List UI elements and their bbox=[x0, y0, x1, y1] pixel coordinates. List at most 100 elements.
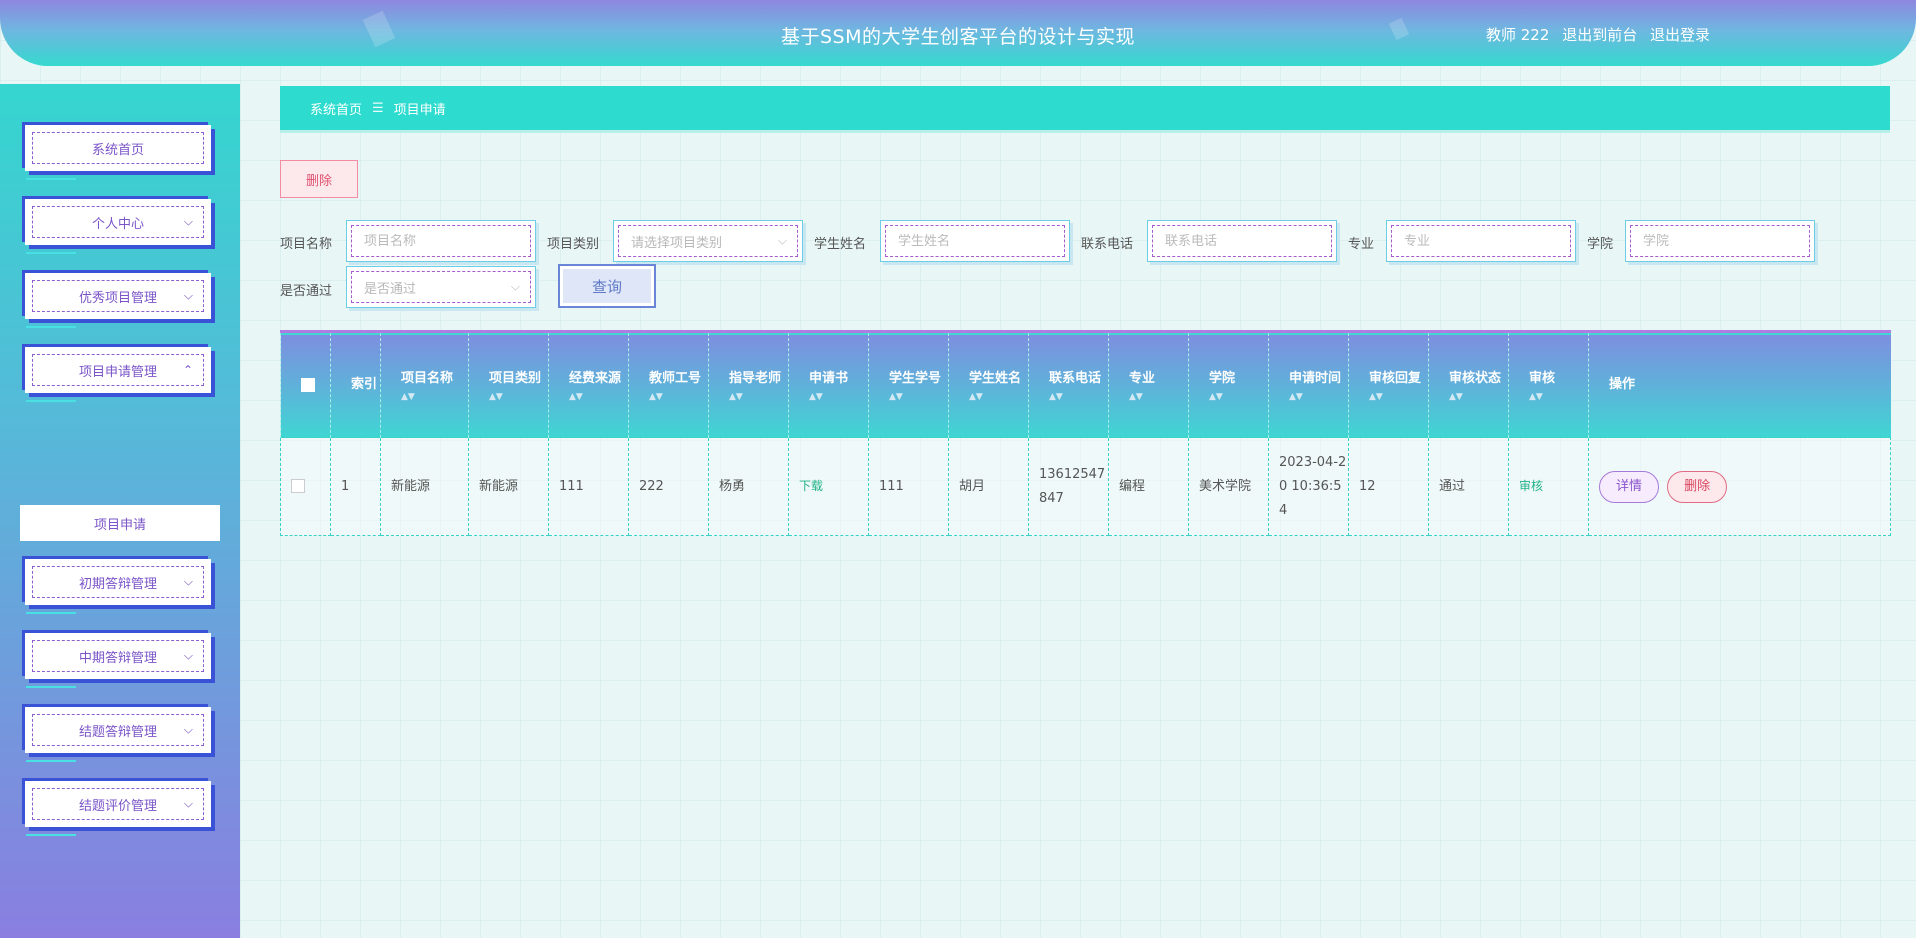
cell-advisor: 杨勇 bbox=[708, 437, 789, 536]
student-name-input[interactable] bbox=[898, 233, 1064, 249]
bulk-delete-button[interactable]: 删除 bbox=[280, 160, 358, 198]
sidebar-item-label: 初期答辩管理 bbox=[78, 576, 157, 592]
cell-student-no: 111 bbox=[868, 437, 949, 536]
sidebar-item-label: 系统首页 bbox=[91, 142, 144, 158]
sort-icon[interactable]: ▲▼ bbox=[1369, 391, 1428, 403]
cell-fund-source: 111 bbox=[548, 437, 629, 536]
cell-review-reply: 12 bbox=[1348, 437, 1429, 536]
cell-index: 1 bbox=[330, 437, 381, 536]
sidebar-item-profile[interactable]: 个人中心 ⌵ bbox=[20, 194, 216, 254]
header-phone[interactable]: 联系电话 ▲▼ bbox=[1028, 331, 1109, 438]
header-project-type[interactable]: 项目类别 ▲▼ bbox=[468, 331, 549, 438]
chevron-down-icon: ⌵ bbox=[777, 233, 787, 248]
filter-label-college: 学院 bbox=[1587, 237, 1614, 252]
header-select-all[interactable] bbox=[280, 331, 331, 438]
cell-college: 美术学院 bbox=[1188, 437, 1269, 536]
header-college[interactable]: 学院 ▲▼ bbox=[1188, 331, 1269, 438]
sidebar-item-final-evaluation[interactable]: 结题评价管理 ⌵ bbox=[20, 776, 216, 836]
sort-icon[interactable]: ▲▼ bbox=[401, 391, 468, 403]
phone-input[interactable] bbox=[1165, 233, 1331, 249]
header-application[interactable]: 申请书 ▲▼ bbox=[788, 331, 869, 438]
filter-label-project-name: 项目名称 bbox=[280, 237, 333, 252]
header-student-no[interactable]: 学生学号 ▲▼ bbox=[868, 331, 949, 438]
sort-icon[interactable]: ▲▼ bbox=[1289, 391, 1348, 403]
cell-student-name: 胡月 bbox=[948, 437, 1029, 536]
header-student-name[interactable]: 学生姓名 ▲▼ bbox=[948, 331, 1029, 438]
college-input-wrap bbox=[1625, 220, 1815, 262]
sort-icon[interactable]: ▲▼ bbox=[809, 391, 868, 403]
chevron-down-icon: ⌵ bbox=[183, 648, 193, 663]
sort-icon[interactable]: ▲▼ bbox=[1449, 391, 1508, 403]
detail-button[interactable]: 详情 bbox=[1599, 470, 1660, 503]
chevron-down-icon: ⌵ bbox=[183, 722, 193, 737]
major-input-wrap bbox=[1386, 220, 1576, 262]
cell-project-type: 新能源 bbox=[468, 437, 549, 536]
phone-input-wrap bbox=[1147, 220, 1337, 262]
sidebar-item-final-defense[interactable]: 结题答辩管理 ⌵ bbox=[20, 702, 216, 762]
sort-icon[interactable]: ▲▼ bbox=[1529, 391, 1588, 403]
select-all-checkbox[interactable] bbox=[301, 377, 315, 392]
project-name-input[interactable] bbox=[364, 233, 530, 249]
sort-icon[interactable]: ▲▼ bbox=[569, 391, 628, 403]
sidebar-item-home[interactable]: 系统首页 bbox=[20, 120, 216, 180]
sort-icon[interactable]: ▲▼ bbox=[1049, 391, 1108, 403]
review-link[interactable]: 审核 bbox=[1519, 479, 1543, 493]
cell-apply-time: 2023-04-20 10:36:54 bbox=[1268, 437, 1349, 536]
header-review-reply[interactable]: 审核回复 ▲▼ bbox=[1348, 331, 1429, 438]
header-review-status[interactable]: 审核状态 ▲▼ bbox=[1428, 331, 1509, 438]
chevron-down-icon: ⌵ bbox=[183, 214, 193, 229]
chevron-down-icon: ⌵ bbox=[510, 279, 520, 294]
header-index: 索引 bbox=[330, 331, 381, 438]
sort-icon[interactable]: ▲▼ bbox=[1209, 391, 1268, 403]
header-project-name[interactable]: 项目名称 ▲▼ bbox=[380, 331, 469, 438]
breadcrumb: 系统首页 ☰ 项目申请 bbox=[280, 86, 1890, 130]
logout-link[interactable]: 退出登录 bbox=[1650, 26, 1710, 44]
table-header-row: 索引 项目名称 ▲▼ 项目类别 ▲▼ 经费来源 ▲▼ 教师工号 ▲▼ 指导老师 ▲▼ 申请… bbox=[280, 331, 1891, 438]
data-table: 索引 项目名称 ▲▼ 项目类别 ▲▼ 经费来源 ▲▼ 教师工号 ▲▼ 指导老师 ▲▼ 申请… bbox=[280, 330, 1891, 536]
sidebar-item-label: 结题评价管理 bbox=[78, 798, 157, 814]
sidebar-item-initial-defense[interactable]: 初期答辩管理 ⌵ bbox=[20, 554, 216, 614]
sidebar-item-label: 优秀项目管理 bbox=[78, 290, 157, 306]
cell-teacher-no: 222 bbox=[628, 437, 709, 536]
user-bar: 教师 222 退出到前台 退出登录 bbox=[1486, 24, 1718, 45]
sidebar-item-excellent-projects[interactable]: 优秀项目管理 ⌵ bbox=[20, 268, 216, 328]
sort-icon[interactable]: ▲▼ bbox=[969, 391, 1028, 403]
passed-placeholder: 是否通过 bbox=[364, 281, 417, 297]
sort-icon[interactable]: ▲▼ bbox=[649, 391, 708, 403]
top-header: 基于SSM的大学生创客平台的设计与实现 教师 222 退出到前台 退出登录 bbox=[0, 0, 1916, 66]
header-apply-time[interactable]: 申请时间 ▲▼ bbox=[1268, 331, 1349, 438]
cell-actions: 详情 删除 bbox=[1588, 437, 1891, 536]
sidebar-item-project-application[interactable]: 项目申请管理 ⌃ bbox=[20, 342, 216, 402]
major-input[interactable] bbox=[1404, 233, 1570, 249]
download-link[interactable]: 下载 bbox=[799, 479, 823, 493]
menu-icon: ☰ bbox=[372, 100, 384, 116]
college-input[interactable] bbox=[1643, 233, 1809, 249]
project-type-select[interactable]: 请选择项目类别 ⌵ bbox=[613, 220, 803, 262]
front-link[interactable]: 退出到前台 bbox=[1562, 26, 1637, 44]
breadcrumb-home[interactable]: 系统首页 bbox=[310, 99, 362, 118]
cell-phone: 13612547847 bbox=[1028, 437, 1109, 536]
student-name-input-wrap bbox=[880, 220, 1070, 262]
filter-label-major: 专业 bbox=[1348, 237, 1375, 252]
header-review[interactable]: 审核 ▲▼ bbox=[1508, 331, 1589, 438]
submenu-item-project-application[interactable]: 项目申请 bbox=[20, 505, 220, 541]
chevron-down-icon: ⌵ bbox=[183, 288, 193, 303]
sort-icon[interactable]: ▲▼ bbox=[889, 391, 948, 403]
header-major[interactable]: 专业 ▲▼ bbox=[1108, 331, 1189, 438]
header-advisor[interactable]: 指导老师 ▲▼ bbox=[708, 331, 789, 438]
sort-icon[interactable]: ▲▼ bbox=[489, 391, 548, 403]
sidebar-item-midterm-defense[interactable]: 中期答辩管理 ⌵ bbox=[20, 628, 216, 688]
query-button[interactable]: 查询 bbox=[558, 264, 656, 308]
sort-icon[interactable]: ▲▼ bbox=[729, 391, 788, 403]
header-teacher-no[interactable]: 教师工号 ▲▼ bbox=[628, 331, 709, 438]
chevron-down-icon: ⌵ bbox=[183, 796, 193, 811]
sort-icon[interactable]: ▲▼ bbox=[1129, 391, 1188, 403]
chevron-down-icon: ⌵ bbox=[183, 574, 193, 589]
header-fund-source[interactable]: 经费来源 ▲▼ bbox=[548, 331, 629, 438]
row-select[interactable] bbox=[280, 437, 331, 536]
row-delete-button[interactable]: 删除 bbox=[1667, 470, 1728, 503]
cell-review-status: 通过 bbox=[1428, 437, 1509, 536]
table-row: 1 新能源 新能源 111 222 杨勇 下载 111 胡月 136125478… bbox=[280, 437, 1891, 536]
passed-select[interactable]: 是否通过 ⌵ bbox=[346, 266, 536, 308]
row-checkbox[interactable] bbox=[291, 479, 305, 493]
